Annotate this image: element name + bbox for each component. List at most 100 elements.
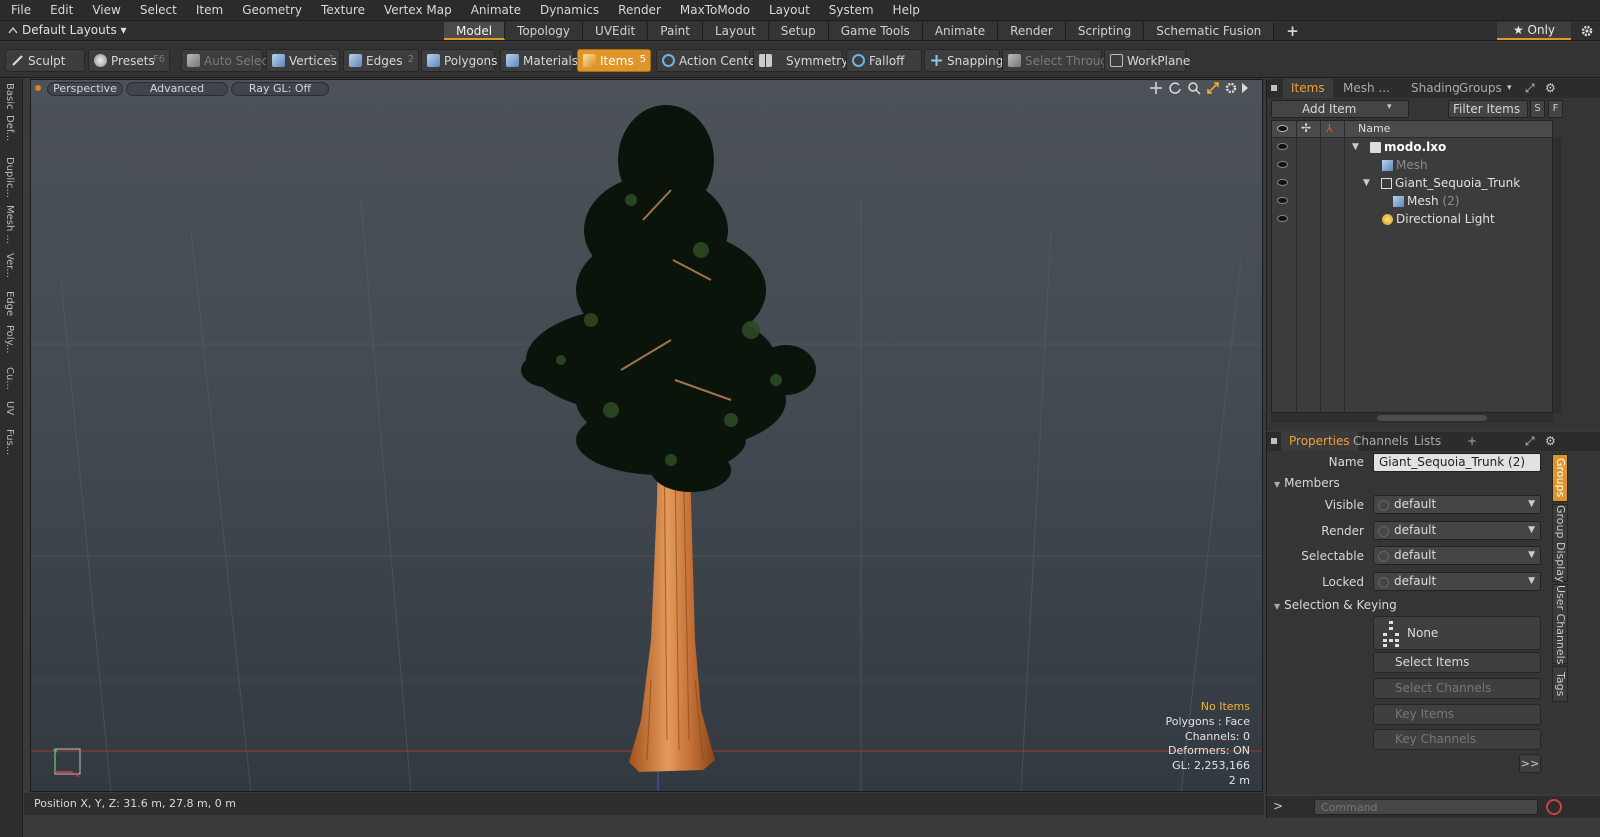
none-button[interactable]: None — [1373, 616, 1541, 650]
name-column-header[interactable]: Name — [1358, 122, 1390, 135]
menu-item[interactable]: Item — [185, 3, 231, 17]
menu-maxtomodo[interactable]: MaxToModo — [669, 3, 758, 17]
tab-setup[interactable]: Setup — [768, 22, 829, 40]
command-input[interactable] — [1314, 799, 1538, 815]
side-tab-user-channels[interactable]: User Channels — [1552, 584, 1568, 664]
tab-render[interactable]: Render — [998, 22, 1066, 40]
tab-layout[interactable]: Layout — [702, 22, 769, 40]
palette-tab-deform[interactable]: Def... — [4, 115, 15, 141]
members-section[interactable]: ▼ Members — [1274, 475, 1544, 491]
menu-geometry[interactable]: Geometry — [231, 3, 310, 17]
fit-icon[interactable] — [1206, 81, 1220, 98]
tab-game-tools[interactable]: Game Tools — [828, 22, 923, 40]
palette-tab-fusion[interactable]: Fus... — [4, 429, 15, 455]
symmetry-button[interactable]: Symmetry — [753, 49, 848, 72]
selectable-dropdown[interactable]: default ▼ — [1373, 546, 1541, 565]
add-item-dropdown-icon[interactable]: ▾ — [1387, 102, 1392, 112]
materials-button[interactable]: Materials — [500, 49, 578, 72]
menu-view[interactable]: View — [81, 3, 128, 17]
palette-tab-basic[interactable]: Basic — [4, 83, 15, 109]
filter-f-button[interactable]: F — [1548, 100, 1563, 118]
visibility-eye-icon[interactable] — [1277, 143, 1288, 150]
palette-tab-curve[interactable]: Cu... — [4, 367, 15, 390]
menu-system[interactable]: System — [818, 3, 882, 17]
menu-vertex-map[interactable]: Vertex Map — [373, 3, 460, 17]
tabs-dropdown-icon[interactable]: ▾ — [1507, 83, 1512, 93]
menu-select[interactable]: Select — [129, 3, 185, 17]
presets-button[interactable]: Presets F6 — [88, 49, 170, 72]
tab-paint[interactable]: Paint — [648, 22, 703, 40]
falloff-button[interactable]: Falloff — [846, 49, 922, 72]
tree-scroll-thumb[interactable] — [1377, 415, 1487, 421]
panel-gear-icon[interactable]: ⚙ — [1545, 434, 1556, 448]
panel-gear-icon[interactable]: ⚙ — [1545, 81, 1556, 95]
panel-expand-icon[interactable]: ⤢ — [1525, 81, 1535, 96]
edges-button[interactable]: Edges 2 — [343, 49, 419, 72]
workplane-button[interactable]: WorkPlane — [1104, 49, 1190, 72]
menu-help[interactable]: Help — [882, 3, 928, 17]
tab-uvedit[interactable]: UVEdit — [583, 22, 649, 40]
menu-layout[interactable]: Layout — [758, 3, 818, 17]
pan-icon[interactable] — [1149, 81, 1163, 98]
action-center-button[interactable]: Action Center — [656, 49, 761, 72]
lock-column-icon[interactable]: ✢ — [1301, 121, 1311, 135]
tree-row-scene[interactable]: ▼ modo.lxo — [1272, 138, 1552, 156]
filter-items-button[interactable]: Filter Items — [1448, 100, 1528, 118]
palette-tab-duplicate[interactable]: Duplic... — [4, 157, 15, 198]
key-items-button[interactable]: Key Items — [1373, 704, 1541, 725]
palette-tab-mesh[interactable]: Mesh ... — [4, 205, 15, 244]
locked-dropdown[interactable]: default ▼ — [1373, 572, 1541, 591]
add-tab-button[interactable]: + — [1459, 432, 1485, 451]
tab-mesh-ops[interactable]: Mesh ... — [1335, 79, 1398, 98]
select-items-button[interactable]: Select Items — [1373, 652, 1541, 673]
menu-edit[interactable]: Edit — [39, 3, 81, 17]
side-tab-group-display[interactable]: Group Display — [1552, 504, 1568, 583]
menu-texture[interactable]: Texture — [310, 3, 373, 17]
select-through-button[interactable]: Select Through — [1002, 49, 1116, 72]
menu-animate[interactable]: Animate — [460, 3, 529, 17]
tab-schematic-fusion[interactable]: Schematic Fusion — [1144, 22, 1275, 40]
visibility-eye-icon[interactable] — [1277, 215, 1288, 222]
polygons-button[interactable]: Polygons — [421, 49, 497, 72]
vertices-button[interactable]: Vertices 1 — [266, 49, 340, 72]
tree-row-group[interactable]: ▼ Giant_Sequoia_Trunk — [1272, 174, 1552, 192]
3d-viewport[interactable]: y x Perspective Advanced Ray GL: Off No … — [30, 79, 1263, 792]
tab-model[interactable]: Model — [444, 22, 506, 40]
menu-render[interactable]: Render — [607, 3, 669, 17]
items-button[interactable]: Items 5 — [577, 49, 651, 72]
panel-menu-icon[interactable] — [1271, 438, 1277, 444]
auto-select-button[interactable]: Auto Select — [181, 49, 273, 72]
tree-vertical-scrollbar[interactable] — [1553, 137, 1561, 413]
perspective-button[interactable]: Perspective — [47, 82, 123, 96]
menu-file[interactable]: File — [0, 3, 39, 17]
visibility-column-icon[interactable] — [1277, 125, 1288, 132]
more-button[interactable]: >> — [1519, 754, 1541, 773]
expand-arrow-icon[interactable]: ▼ — [1352, 138, 1359, 156]
visibility-eye-icon[interactable] — [1277, 179, 1288, 186]
visible-dropdown[interactable]: default ▼ — [1373, 495, 1541, 514]
raygl-button[interactable]: Ray GL: Off — [231, 82, 329, 96]
record-icon[interactable] — [1546, 799, 1562, 815]
selection-keying-section[interactable]: ▼ Selection & Keying — [1274, 597, 1544, 613]
advanced-button[interactable]: Advanced — [126, 82, 228, 96]
palette-tab-vertex[interactable]: Ver... — [4, 253, 15, 278]
panel-menu-icon[interactable] — [1271, 85, 1277, 91]
palette-tab-edge[interactable]: Edge — [4, 291, 15, 316]
viewport-expand-icon[interactable] — [1241, 82, 1249, 97]
expand-arrow-icon[interactable]: ▼ — [1363, 174, 1370, 192]
tree-horizontal-scrollbar[interactable] — [1271, 413, 1553, 423]
tree-row-mesh[interactable]: Mesh — [1272, 156, 1552, 174]
snapping-button[interactable]: Snapping — [924, 49, 1003, 72]
tab-scripting[interactable]: Scripting — [1065, 22, 1145, 40]
tab-lists[interactable]: Lists — [1406, 432, 1449, 451]
only-button[interactable]: ★ Only — [1497, 22, 1571, 40]
visibility-eye-icon[interactable] — [1277, 197, 1288, 204]
tree-row-mesh-2[interactable]: Mesh (2) — [1272, 192, 1552, 210]
rotate-icon[interactable] — [1168, 81, 1182, 98]
layout-selector[interactable]: Default Layouts ▾ — [22, 23, 127, 39]
select-channels-button[interactable]: Select Channels — [1373, 678, 1541, 699]
viewport-gear-icon[interactable] — [1224, 81, 1238, 98]
key-channels-button[interactable]: Key Channels — [1373, 729, 1541, 750]
tab-items[interactable]: Items — [1283, 79, 1333, 98]
type-column-icon[interactable]: ⅄ — [1326, 122, 1333, 135]
